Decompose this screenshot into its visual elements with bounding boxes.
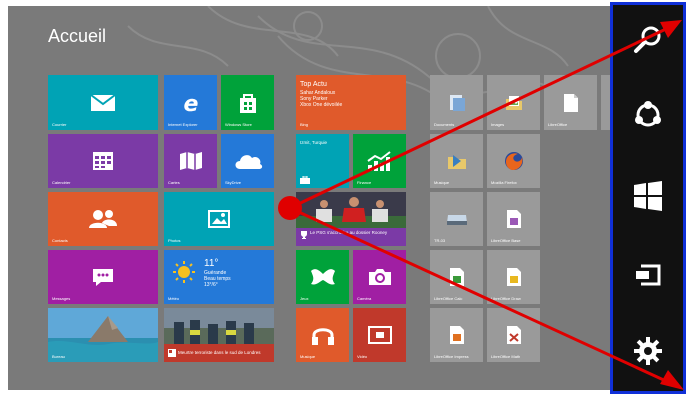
tile-games[interactable]: Jeux [296,250,349,304]
desktop-tile-images[interactable]: Images [487,75,540,130]
tile-label: Windows Store [225,122,252,127]
tile-calendar[interactable]: Calendrier [48,134,158,188]
tile-label: Vidéo [357,354,368,359]
desktop-tile-lo-calc[interactable]: LibreOffice Calc [430,250,483,304]
charm-devices[interactable] [613,255,683,295]
tile-skydrive[interactable]: SkyDrive [221,134,274,188]
tile-label: LibreOffice Draw [491,296,521,301]
tile-desktop[interactable]: Bureau [48,308,158,362]
tile-maps[interactable]: Cartes [164,134,217,188]
desktop-tile-lo-base[interactable]: LibreOffice Base [487,192,540,246]
tile-finance[interactable]: Finance [353,134,406,188]
charm-share[interactable] [613,95,683,135]
gear-icon [634,337,662,365]
tile-music[interactable]: Musique [296,308,349,362]
tile-camera[interactable]: Caméra [353,250,406,304]
tile-weather[interactable]: 11° Guérande Beau temps 13°/6° Météo [164,250,274,304]
charm-start[interactable] [613,176,683,216]
news-headline: Meurtre terroriste dans le sud de Londre… [178,350,261,355]
bing-headline: Top Actu [300,81,327,88]
desktop-tile-lo-math[interactable]: LibreOffice Math [487,308,540,362]
desktop-tile-lo-draw[interactable]: LibreOffice Draw [487,250,540,304]
charms-bar [610,2,686,394]
tile-sport[interactable]: Le PSG s'accroche au dossier Rooney [296,192,406,246]
news-icon [168,349,176,357]
bing-line: Xbox One dévoilée [300,102,343,108]
tile-label: Mozilla Firefox [491,180,517,185]
tile-label: Bing [300,122,309,127]
tile-label: Photos [168,238,181,243]
sun-icon [173,261,195,283]
tile-label: Contacts [52,238,68,243]
weather-range: 13°/6° [204,282,218,288]
trophy-icon [301,231,307,239]
tile-label: Messages [52,296,71,301]
weather-temp: 11° [204,258,219,269]
tile-internet-explorer[interactable]: e Internet Explorer [164,75,217,130]
svg-text:e: e [183,92,198,115]
desktop-tile-lo-impress[interactable]: LibreOffice Impress [430,308,483,362]
start-screen: Accueil Courrier e Internet Explorer Win… [8,6,610,390]
tile-mail[interactable]: Courrier [48,75,158,130]
tile-label: Documents [434,122,455,127]
suitcase-icon [300,176,310,184]
tile-label: Bureau [52,354,65,359]
travel-location: Izmit, Turquie [300,140,328,145]
tile-label: Internet Explorer [168,122,198,127]
tile-label: Musique [434,180,450,185]
tile-label: SkyDrive [225,180,242,185]
tile-news[interactable]: Meurtre terroriste dans le sud de Londre… [164,308,274,362]
desktop-tile-documents[interactable]: Documents [430,75,483,130]
tile-label: Météo [168,296,180,301]
tile-label: Musique [300,354,316,359]
tile-label: LibreOffice Impress [434,354,469,359]
tile-photos[interactable]: Photos [164,192,274,246]
tile-store[interactable]: Windows Store [221,75,274,130]
tile-label: LibreOffice [548,122,568,127]
search-icon [634,26,661,53]
tile-contacts[interactable]: Contacts [48,192,158,246]
charm-settings[interactable] [613,331,683,371]
page-title: Accueil [48,26,107,46]
tile-label: LibreOffice Math [491,354,521,359]
devices-icon [636,264,661,286]
tile-label: TR-03 [434,238,446,243]
photo-icon [164,192,274,246]
tile-bing[interactable]: Top Actu Sahar Andaloux Sony Parker Xbox… [296,75,406,130]
sport-headline: Le PSG s'accroche au dossier Rooney [310,230,388,235]
tile-messaging[interactable]: Messages [48,250,158,304]
tile-video[interactable]: Vidéo [353,308,406,362]
tile-label: Courrier [52,122,67,127]
charm-search[interactable] [613,19,683,59]
sport-photo [296,192,406,228]
tile-label: Images [491,122,505,127]
tile-label: Cartes [168,180,180,185]
tile-label: Finance [357,180,372,185]
share-icon [635,101,661,127]
desktop-tile-firefox[interactable]: Mozilla Firefox [487,134,540,188]
tile-travel[interactable]: Izmit, Turquie [296,134,349,188]
desktop-tile-music[interactable]: Musique [430,134,483,188]
tile-label: Jeux [300,296,309,301]
tile-label: Calendrier [52,180,71,185]
desktop-tile-tr03[interactable]: TR-03 [430,192,483,246]
desktop-tile-libreoffice[interactable]: LibreOffice [544,75,597,130]
tile-label: Caméra [357,296,372,301]
tile-label: LibreOffice Calc [434,296,463,301]
tile-label: LibreOffice Base [491,238,521,243]
windows-icon [634,181,662,211]
desktop-tile-overflow[interactable] [601,75,610,130]
